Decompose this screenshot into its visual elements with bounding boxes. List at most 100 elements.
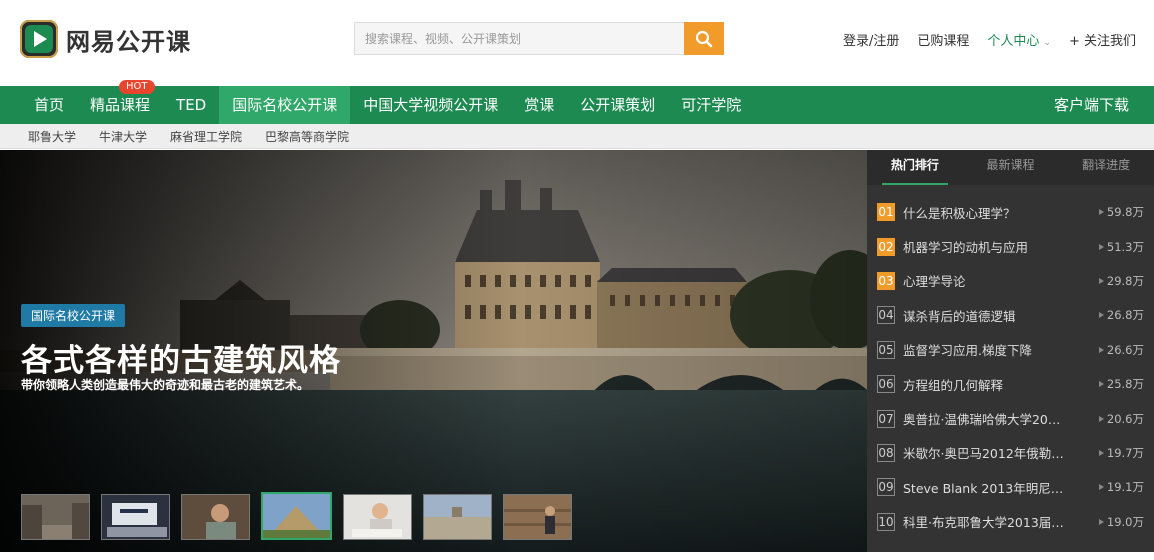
list-item[interactable]: 03 心理学导论 29.8万 bbox=[867, 264, 1154, 298]
rank-number: 08 bbox=[877, 443, 895, 462]
view-count: 29.8万 bbox=[1098, 273, 1144, 289]
list-item[interactable]: 04 谋杀背后的道德逻辑 26.8万 bbox=[867, 298, 1154, 332]
list-item[interactable]: 10 科里·布克耶鲁大学2013届… 19.0万 bbox=[867, 505, 1154, 539]
page-bottom bbox=[0, 552, 1154, 560]
search-input[interactable] bbox=[354, 22, 684, 55]
nav-item-appreciate[interactable]: 赏课 bbox=[511, 86, 567, 124]
banner-headline[interactable]: 各式各样的古建筑风格 bbox=[21, 335, 341, 380]
course-title: 方程组的几何解释 bbox=[903, 377, 1004, 393]
user-center-link[interactable]: 个人中心 ⌄ bbox=[987, 30, 1051, 49]
course-title: 米歇尔·奥巴马2012年俄勒… bbox=[903, 446, 1064, 462]
thumbnail-image bbox=[182, 495, 249, 539]
course-title: 心理学导论 bbox=[903, 274, 966, 290]
thumbnail-active[interactable] bbox=[261, 492, 332, 540]
thumbnail[interactable] bbox=[423, 494, 492, 540]
play-icon bbox=[1098, 518, 1104, 525]
subnav-item-yale[interactable]: 耶鲁大学 bbox=[28, 128, 76, 145]
thumbnail[interactable] bbox=[101, 494, 170, 540]
rank-number: 10 bbox=[877, 512, 895, 531]
banner-subline: 带你领略人类创造最伟大的奇迹和最古老的建筑艺术。 bbox=[21, 378, 310, 392]
purchased-link[interactable]: 已购课程 bbox=[917, 30, 969, 49]
view-count: 26.6万 bbox=[1098, 342, 1144, 358]
view-count: 19.7万 bbox=[1098, 445, 1144, 461]
play-icon bbox=[1098, 209, 1104, 216]
course-title: 科里·布克耶鲁大学2013届… bbox=[903, 515, 1064, 531]
search-button[interactable] bbox=[684, 22, 724, 55]
sub-nav: 耶鲁大学 牛津大学 麻省理工学院 巴黎高等商学院 bbox=[0, 124, 1154, 149]
search-icon bbox=[695, 30, 713, 47]
play-icon bbox=[1098, 484, 1104, 491]
login-link[interactable]: 登录/注册 bbox=[843, 30, 899, 49]
course-title: 监督学习应用.梯度下降 bbox=[903, 343, 1032, 359]
logo-play-icon bbox=[20, 20, 58, 58]
search-bar bbox=[354, 22, 724, 55]
rank-number: 03 bbox=[877, 271, 895, 290]
ranking-tabs: 热门排行 最新课程 翻译进度 bbox=[867, 150, 1154, 185]
subnav-item-hec[interactable]: 巴黎高等商学院 bbox=[265, 128, 349, 145]
thumbnail-image bbox=[344, 495, 411, 539]
view-count: 51.3万 bbox=[1098, 239, 1144, 255]
play-icon bbox=[1098, 381, 1104, 388]
rank-number: 01 bbox=[877, 203, 895, 222]
chevron-down-icon: ⌄ bbox=[1043, 38, 1051, 48]
thumbnail[interactable] bbox=[343, 494, 412, 540]
nav-item-featured[interactable]: 精品课程 HOT bbox=[77, 80, 163, 124]
play-icon bbox=[1098, 415, 1104, 422]
thumbnail[interactable] bbox=[503, 494, 572, 540]
top-links: 登录/注册 已购课程 个人中心 ⌄ + 关注我们 bbox=[843, 30, 1136, 49]
view-count: 59.8万 bbox=[1098, 204, 1144, 220]
nav-item-china-univ[interactable]: 中国大学视频公开课 bbox=[350, 86, 511, 124]
rank-number: 06 bbox=[877, 375, 895, 394]
user-center-label: 个人中心 bbox=[987, 34, 1040, 49]
list-item[interactable]: 06 方程组的几何解释 25.8万 bbox=[867, 367, 1154, 401]
subnav-item-oxford[interactable]: 牛津大学 bbox=[99, 128, 147, 145]
main-nav: 首页 精品课程 HOT TED 国际名校公开课 中国大学视频公开课 赏课 公开课策… bbox=[0, 80, 1154, 124]
nav-item-planning[interactable]: 公开课策划 bbox=[567, 86, 668, 124]
list-item[interactable]: 08 米歇尔·奥巴马2012年俄勒… 19.7万 bbox=[867, 436, 1154, 470]
thumbnail-image bbox=[424, 495, 491, 539]
rank-number: 02 bbox=[877, 237, 895, 256]
list-item[interactable]: 07 奥普拉·温佛瑞哈佛大学20… 20.6万 bbox=[867, 401, 1154, 435]
subnav-item-mit[interactable]: 麻省理工学院 bbox=[170, 128, 242, 145]
category-tag[interactable]: 国际名校公开课 bbox=[21, 304, 126, 327]
thumbnail-image bbox=[22, 495, 89, 539]
nav-item-khan[interactable]: 可汗学院 bbox=[668, 86, 754, 124]
list-item[interactable]: 02 机器学习的动机与应用 51.3万 bbox=[867, 229, 1154, 263]
nav-item-intl-courses[interactable]: 国际名校公开课 bbox=[219, 86, 351, 124]
course-title: 奥普拉·温佛瑞哈佛大学20… bbox=[903, 412, 1061, 428]
course-title: 机器学习的动机与应用 bbox=[903, 240, 1029, 256]
rank-number: 09 bbox=[877, 478, 895, 497]
tab-hot[interactable]: 热门排行 bbox=[867, 150, 963, 185]
nav-item-ted[interactable]: TED bbox=[163, 86, 219, 124]
thumbnail-image bbox=[263, 494, 330, 538]
logo[interactable]: 网易公开课 bbox=[20, 19, 191, 59]
rank-number: 05 bbox=[877, 340, 895, 359]
tab-latest[interactable]: 最新课程 bbox=[963, 150, 1059, 185]
nav-item-home[interactable]: 首页 bbox=[21, 86, 77, 124]
thumbnail-image bbox=[504, 495, 571, 539]
thumbnail-image bbox=[102, 495, 169, 539]
list-item[interactable]: 01 什么是积极心理学？ 59.8万 bbox=[867, 195, 1154, 229]
list-item[interactable]: 09 Steve Blank 2013年明尼苏… 19.1万 bbox=[867, 470, 1154, 504]
client-download-link[interactable]: 客户端下载 bbox=[1054, 86, 1129, 124]
list-item[interactable]: 05 监督学习应用.梯度下降 26.6万 bbox=[867, 333, 1154, 367]
rank-number: 07 bbox=[877, 409, 895, 428]
thumbnail[interactable] bbox=[181, 494, 250, 540]
course-title: Steve Blank 2013年明尼苏… bbox=[903, 480, 1075, 496]
view-count: 20.6万 bbox=[1098, 411, 1144, 427]
view-count: 19.1万 bbox=[1098, 479, 1144, 495]
play-icon bbox=[1098, 312, 1104, 319]
ranking-panel: 热门排行 最新课程 翻译进度 01 什么是积极心理学？ 59.8万 02 机器学… bbox=[867, 150, 1154, 552]
follow-link[interactable]: + 关注我们 bbox=[1069, 30, 1136, 49]
ranking-list: 01 什么是积极心理学？ 59.8万 02 机器学习的动机与应用 51.3万 0… bbox=[867, 185, 1154, 539]
rank-number: 04 bbox=[877, 306, 895, 325]
header: 网易公开课 登录/注册 已购课程 个人中心⌄ + 关注我们 bbox=[0, 0, 1154, 86]
hero-banner[interactable]: 国际名校公开课 各式各样的古建筑风格 带你领略人类创造最伟大的奇迹和最古老的建筑… bbox=[0, 150, 867, 552]
view-count: 26.8万 bbox=[1098, 307, 1144, 323]
play-icon bbox=[1098, 346, 1104, 353]
thumbnail[interactable] bbox=[21, 494, 90, 540]
view-count: 25.8万 bbox=[1098, 376, 1144, 392]
course-title: 什么是积极心理学？ bbox=[903, 205, 1016, 221]
tab-translation[interactable]: 翻译进度 bbox=[1058, 150, 1154, 185]
banner-thumbnails bbox=[21, 492, 572, 540]
